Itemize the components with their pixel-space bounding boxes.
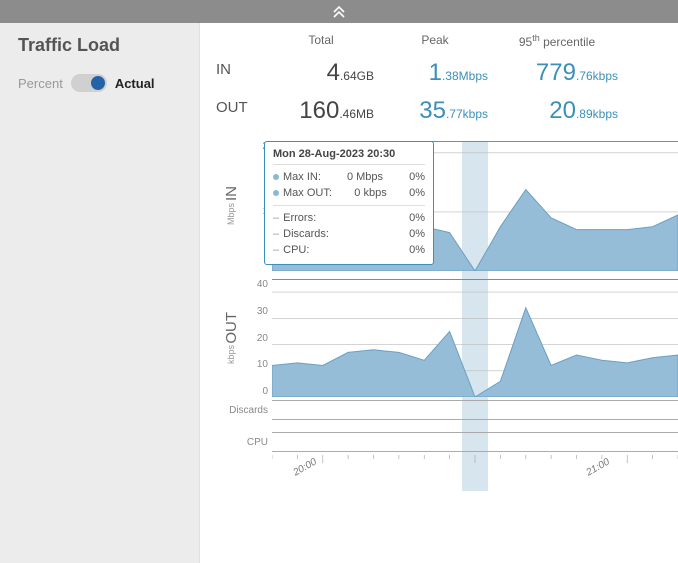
chart-discards[interactable]: Discards (216, 397, 678, 423)
toggle-label-actual: Actual (115, 76, 155, 91)
in-peak: 1.38Mbps (378, 55, 492, 93)
tooltip-title: Mon 28-Aug-2023 20:30 (273, 148, 425, 160)
x-axis: 20:0021:00 (272, 455, 678, 491)
chart-out[interactable]: OUTkbps 403020100 (216, 279, 678, 397)
in-chart-label: IN (223, 186, 240, 201)
col-peak: Peak (378, 29, 492, 55)
chart-tooltip: Mon 28-Aug-2023 20:30 Max IN:0 Mbps0% Ma… (264, 141, 434, 265)
row-out: OUT (200, 93, 264, 131)
out-95pct: 20.89kbps (492, 93, 622, 131)
col-total: Total (264, 29, 378, 55)
out-peak: 35.77kbps (378, 93, 492, 131)
collapse-bar[interactable] (0, 0, 678, 23)
in-95pct: 779.76kbps (492, 55, 622, 93)
in-total: 4.64GB (264, 55, 378, 93)
out-chart-plot (272, 279, 678, 397)
toggle-label-percent: Percent (18, 76, 63, 91)
row-in: IN (200, 55, 264, 93)
col-percentile: 95th percentile (492, 29, 622, 55)
percent-actual-toggle[interactable] (71, 74, 107, 92)
chart-cpu[interactable]: CPU (216, 429, 678, 455)
content-area: Total Peak 95th percentile IN 4.64GB 1.3… (200, 23, 678, 563)
panel-title: Traffic Load (18, 35, 181, 56)
sidebar: Traffic Load Percent Actual (0, 23, 200, 563)
chevron-up-double-icon (332, 6, 346, 18)
out-chart-label: OUT (223, 312, 240, 344)
stats-table: Total Peak 95th percentile IN 4.64GB 1.3… (200, 29, 678, 131)
out-total: 160.46MB (264, 93, 378, 131)
